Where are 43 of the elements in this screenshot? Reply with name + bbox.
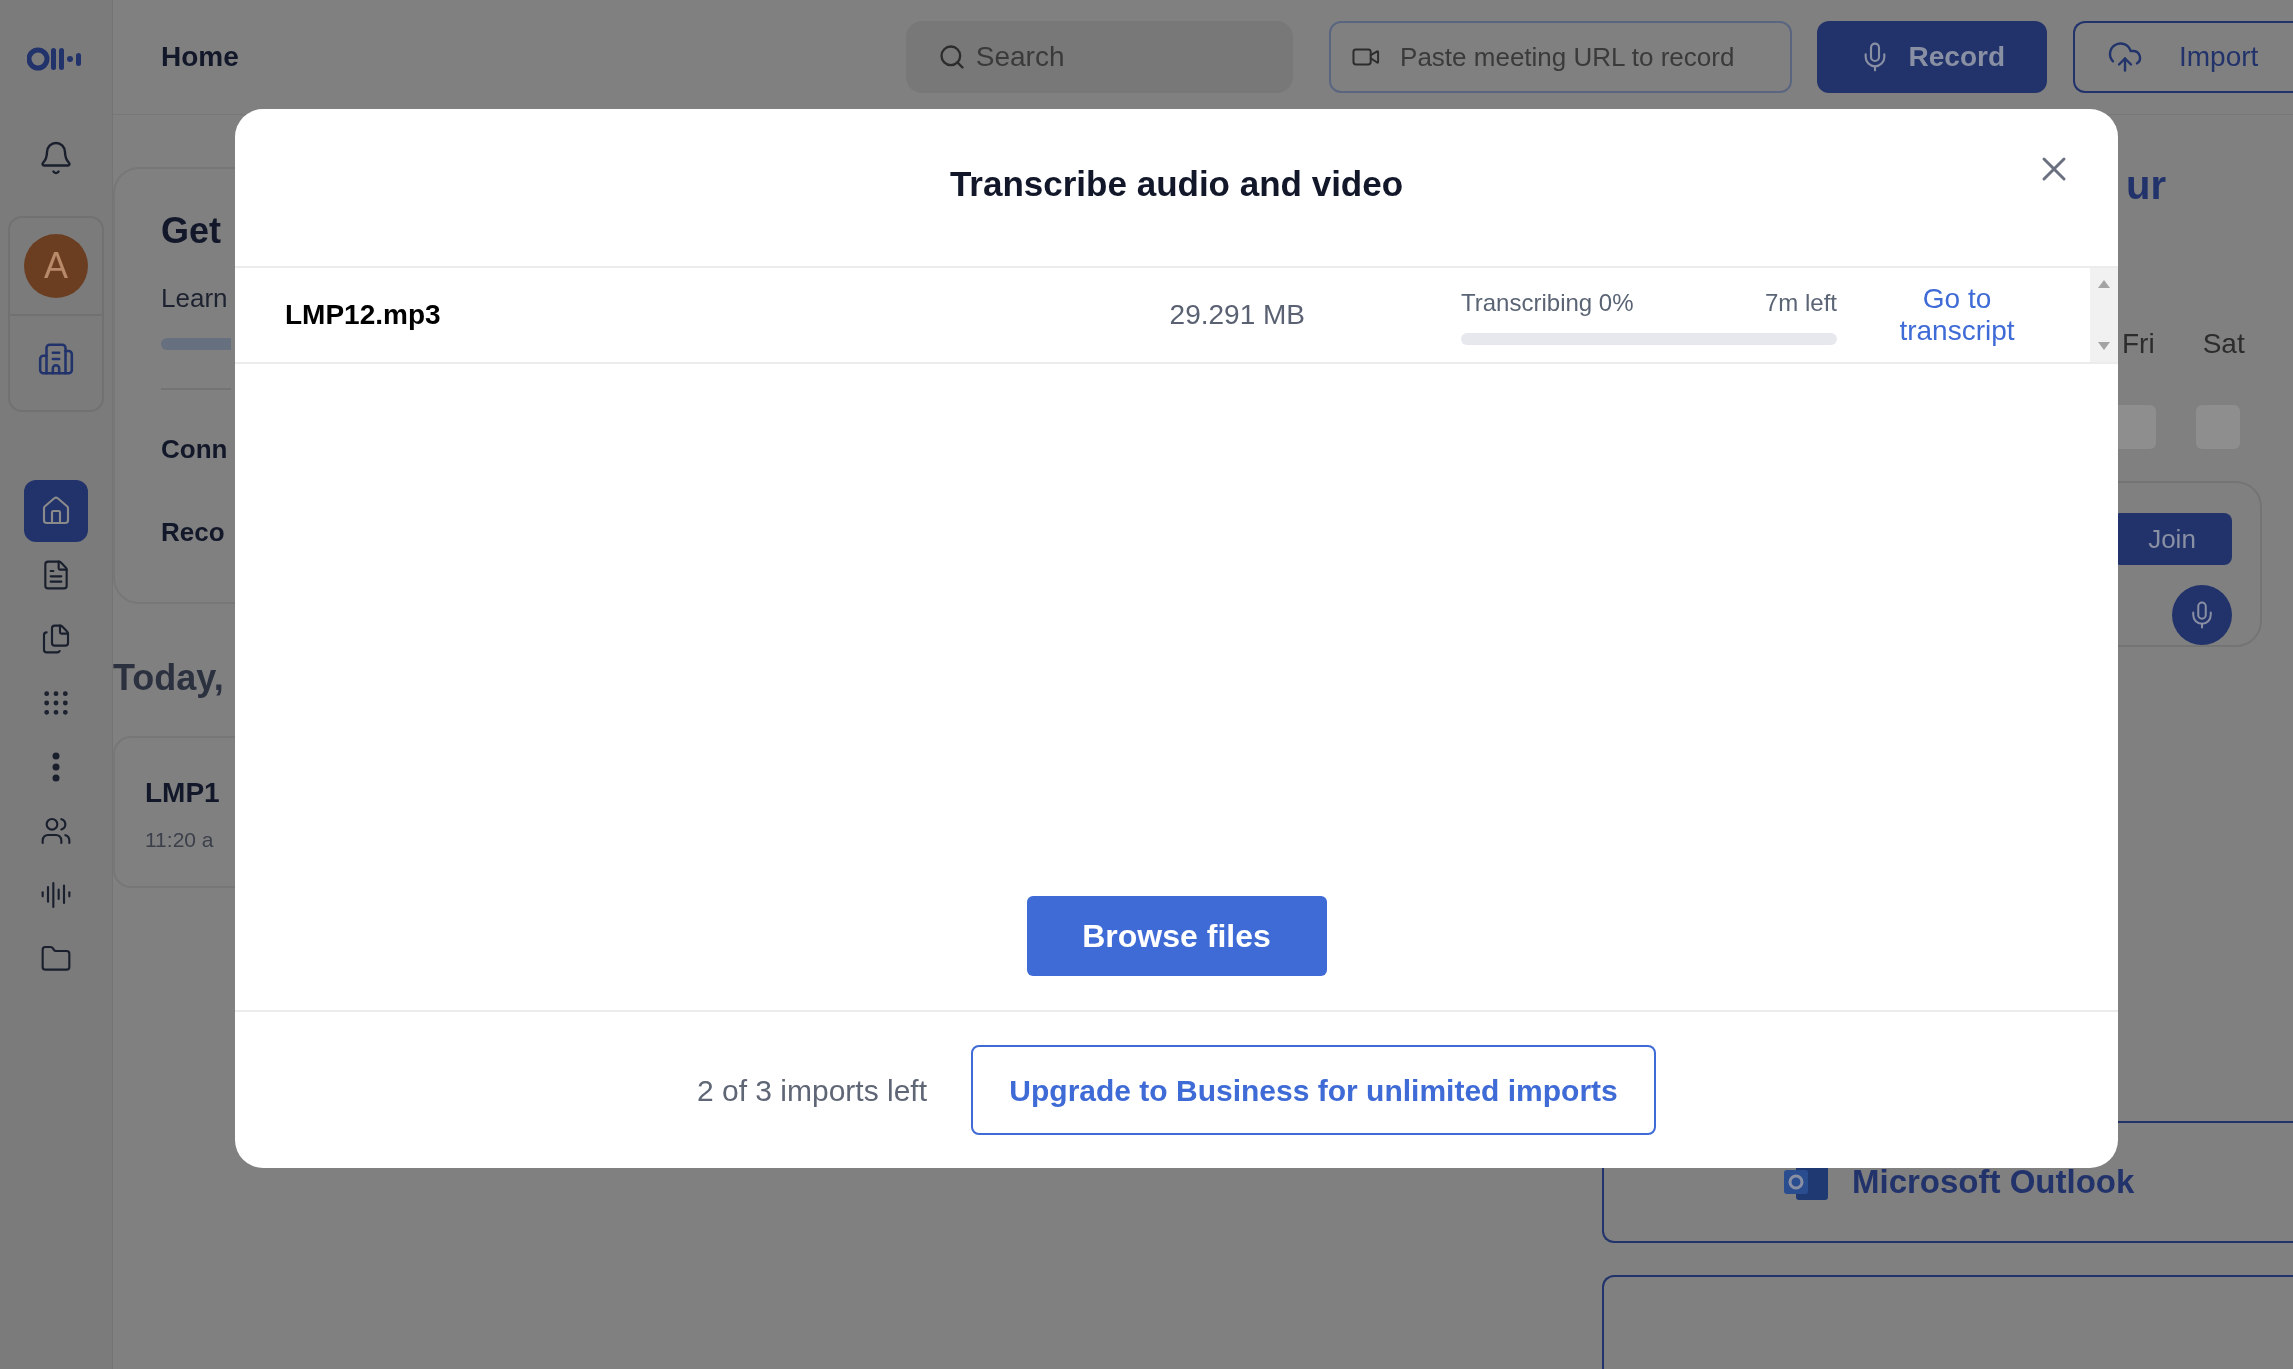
sidebar-item[interactable] [24,480,88,542]
time-remaining: 7m left [1764,288,1837,318]
calendar-title: ur [2126,163,2166,207]
go-to-transcript-link[interactable]: Go to transcript [1877,283,2037,347]
transcription-status: Transcribing 0% [1461,288,1634,318]
card-link[interactable]: Conn [161,430,228,469]
search-input[interactable]: Search [975,36,1176,78]
card-link[interactable]: Reco [161,513,225,552]
import-button[interactable]: Import [2073,21,2293,93]
documents-icon [40,623,72,655]
progress-track [161,338,231,350]
people-icon [40,815,72,847]
file-size: 29.291 MB [1168,298,1305,332]
meeting-url-field[interactable]: Paste meeting URL to record [1328,21,1792,93]
home-icon [40,495,72,527]
dialog-title: Transcribe audio and video [949,163,1404,206]
record-button[interactable]: Record [1816,21,2047,93]
weekday-label: Sat [2202,327,2245,361]
scroll-up-icon[interactable] [2098,280,2110,288]
cloud-upload-icon [2107,39,2143,75]
weekday-label: Fri [2122,327,2155,361]
card-subtitle: Learn [161,282,229,315]
record-mic-button[interactable] [2172,585,2232,645]
integration-button[interactable] [1602,1275,2293,1369]
meeting-url-input[interactable]: Paste meeting URL to record [1400,37,1770,77]
browse-files-button[interactable]: Browse files [1026,896,1327,976]
imports-left-text: 2 of 3 imports left [696,1072,928,1109]
notification-bell-icon[interactable] [38,140,74,176]
recording-title: LMP1 [145,776,220,810]
search-icon [937,43,966,71]
upgrade-button[interactable]: Upgrade to Business for unlimited imports [971,1045,1657,1135]
file-name: LMP12.mp3 [285,298,442,332]
integration-label: Microsoft Outlook [1852,1162,2135,1203]
card-title: Get [161,213,222,249]
waveform-icon [40,879,72,911]
recording-time: 11:20 a [145,827,214,853]
scroll-down-icon[interactable] [2098,342,2110,350]
page-title: Home [161,40,239,74]
scrollbar[interactable] [2090,268,2118,362]
search-field[interactable]: Search [905,21,1293,93]
avatar[interactable]: A [24,234,88,298]
more-icon [52,752,60,782]
section-title: Today, [113,660,224,696]
